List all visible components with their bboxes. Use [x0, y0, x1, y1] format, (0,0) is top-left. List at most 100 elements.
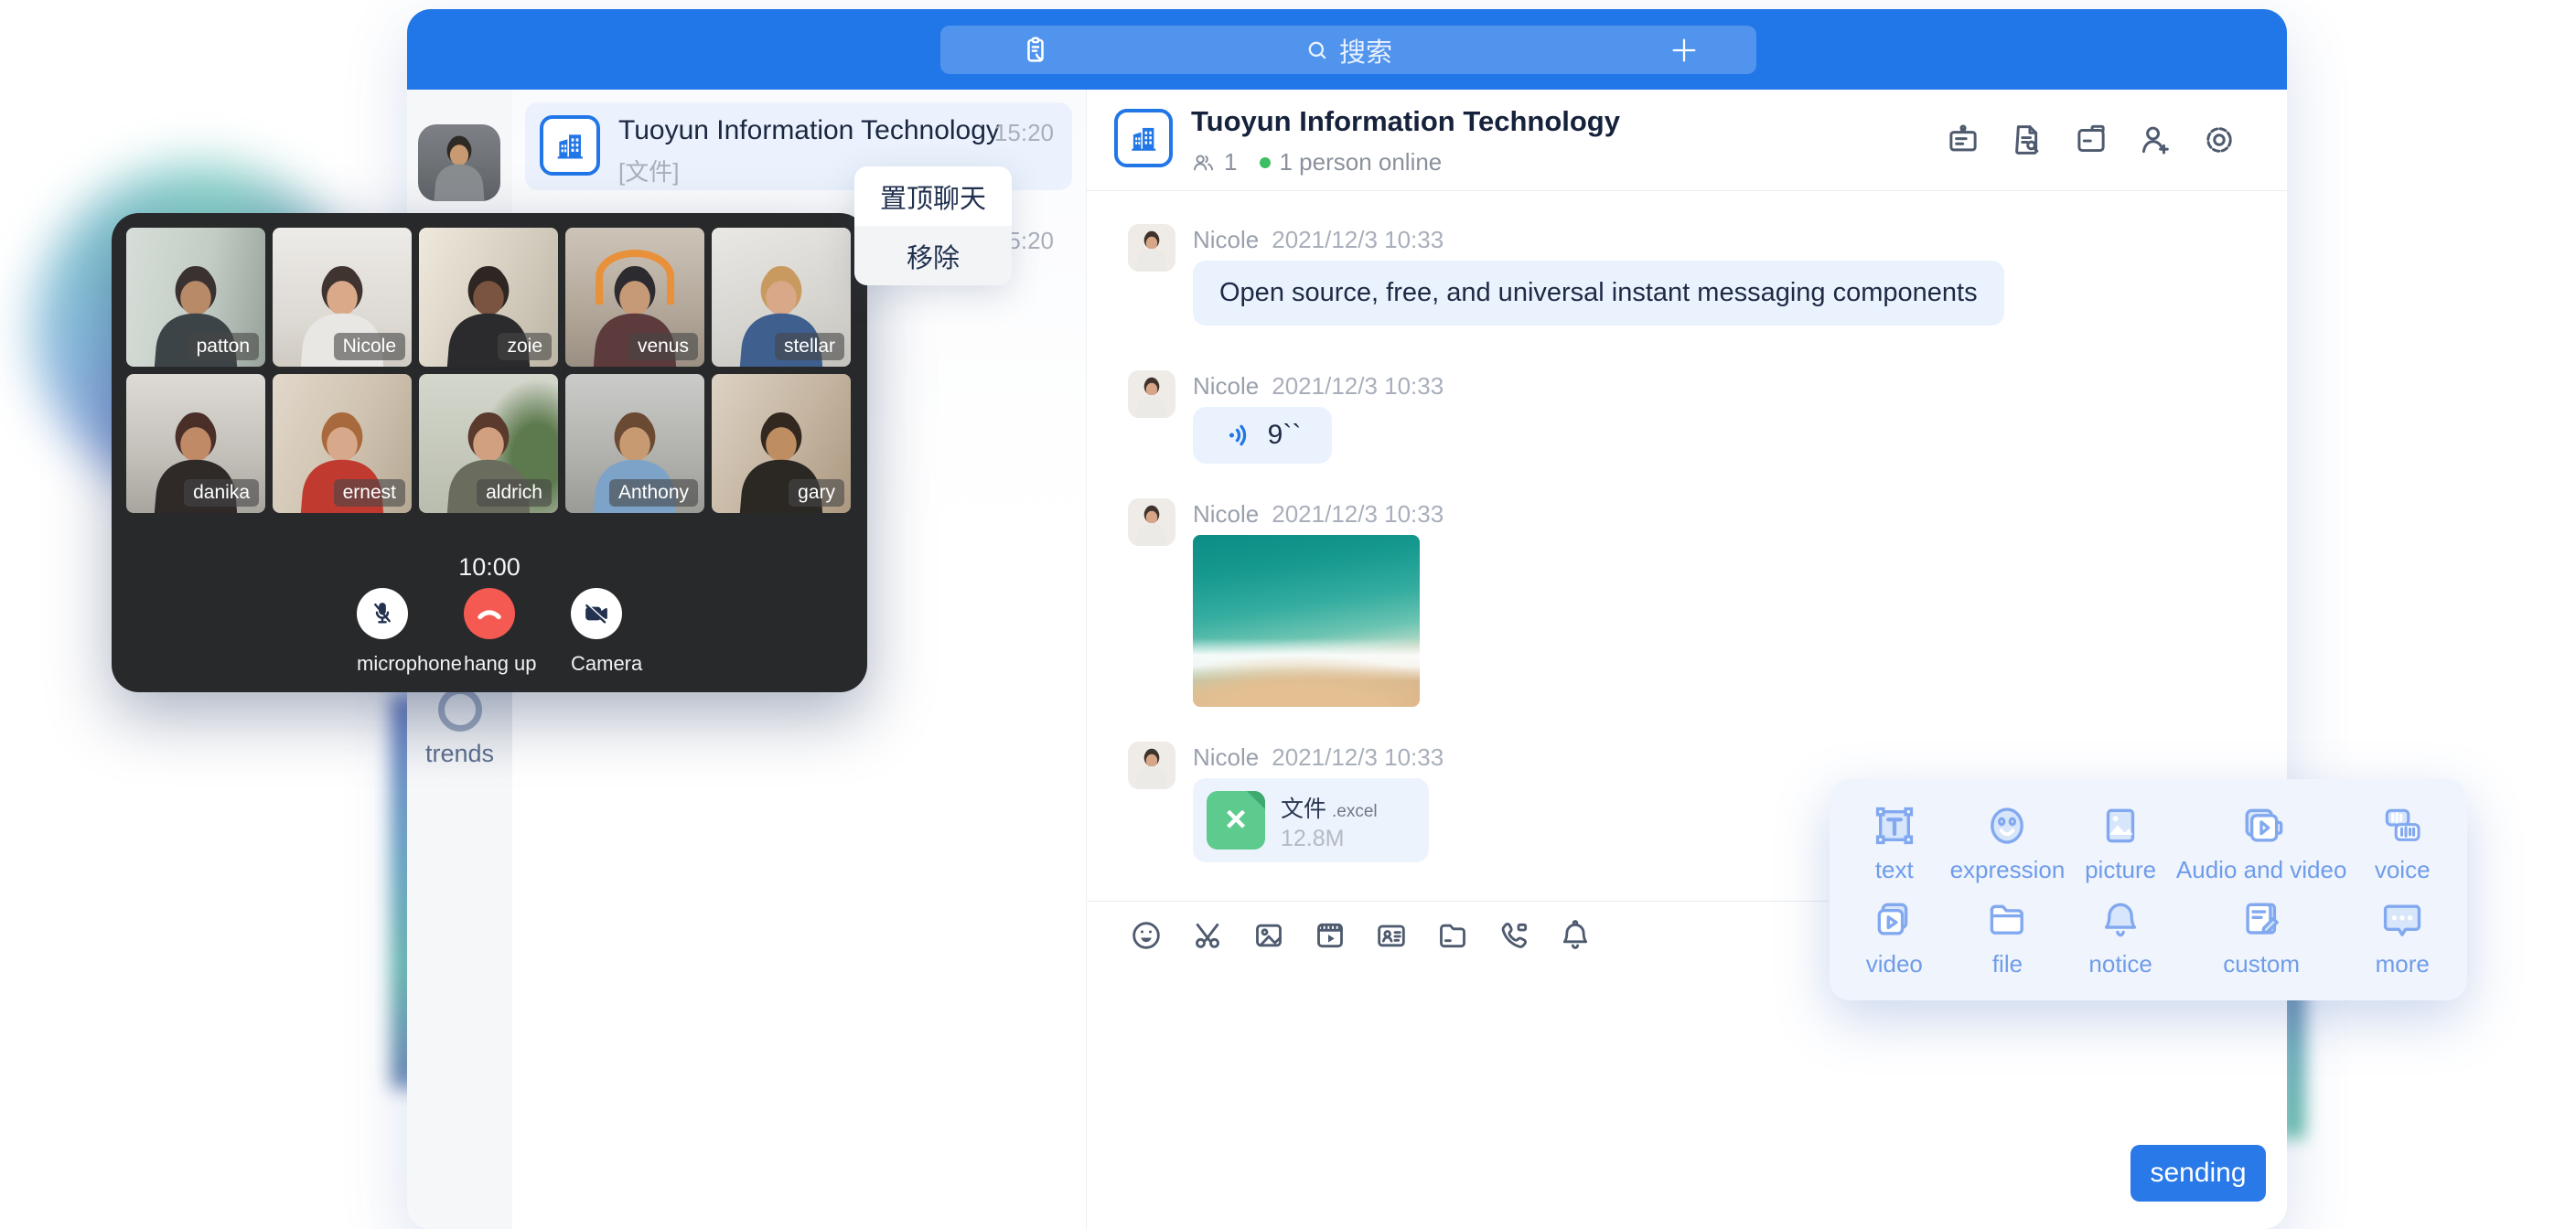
participant-name: gary: [789, 479, 844, 507]
panel-item-video[interactable]: video: [1839, 890, 1950, 984]
participant-tile[interactable]: Anthony: [565, 374, 704, 513]
add-member-icon[interactable]: [2136, 121, 2174, 159]
microphone-label: microphone: [357, 652, 408, 676]
file-message-card[interactable]: × 文件.excel 12.8M: [1193, 778, 1429, 862]
members-icon: [1191, 150, 1216, 175]
chat-record-search-icon[interactable]: [2008, 121, 2046, 159]
emoji-icon[interactable]: [1128, 917, 1165, 954]
plus-icon[interactable]: [1669, 35, 1700, 70]
voice-message-bubble[interactable]: 9``: [1193, 407, 1332, 464]
participant-tile[interactable]: patton: [126, 228, 265, 367]
participant-name: stellar: [775, 333, 844, 360]
message-meta: Nicole2021/12/3 10:33: [1193, 372, 1444, 401]
video-icon: [1870, 895, 1919, 945]
online-dot: [1260, 157, 1271, 168]
file-folder-icon: [1982, 895, 2032, 945]
participant-tile[interactable]: Nicole: [273, 228, 412, 367]
call-participant-grid: patton Nicole zoie venus stellar danika …: [126, 228, 851, 513]
participant-tile[interactable]: stellar: [712, 228, 851, 367]
sender-name: Nicole: [1193, 500, 1259, 528]
participant-name: danika: [184, 479, 259, 507]
notification-icon[interactable]: [1557, 917, 1594, 954]
conversation-context-menu: 置顶聊天 移除: [854, 166, 1012, 285]
microphone-button[interactable]: [357, 588, 408, 639]
panel-label: video: [1866, 950, 1923, 978]
participant-tile[interactable]: venus: [565, 228, 704, 367]
image-message-beach-photo[interactable]: [1193, 535, 1420, 707]
participant-name: Nicole: [334, 333, 405, 360]
message-meta: Nicole2021/12/3 10:33: [1193, 743, 1444, 772]
sender-avatar[interactable]: [1128, 224, 1175, 272]
voice-icon: [2377, 801, 2427, 850]
settings-gear-icon[interactable]: [2200, 121, 2238, 159]
notice-bell-icon: [2096, 895, 2145, 945]
group-avatar[interactable]: [1114, 109, 1173, 167]
call-timer: 10:00: [112, 553, 867, 582]
building-icon: [1126, 121, 1161, 155]
menu-item-remove[interactable]: 移除: [854, 226, 1012, 285]
headphones: [596, 250, 674, 305]
panel-label: text: [1875, 856, 1914, 884]
hang-up-button[interactable]: [464, 588, 515, 639]
panel-label: voice: [2375, 856, 2431, 884]
sender-avatar[interactable]: [1128, 498, 1175, 546]
file-tab-icon[interactable]: [2072, 121, 2110, 159]
menu-item-pin-chat[interactable]: 置顶聊天: [854, 166, 1012, 226]
text-message-bubble[interactable]: Open source, free, and universal instant…: [1193, 261, 2004, 326]
participant-name: Anthony: [609, 479, 698, 507]
participant-tile[interactable]: aldrich: [419, 374, 558, 513]
panel-label: notice: [2088, 950, 2152, 978]
trends-icon: [438, 688, 482, 732]
panel-item-audio-video[interactable]: Audio and video: [2176, 796, 2346, 890]
send-button[interactable]: sending: [2131, 1145, 2266, 1202]
composer-toolbar: [1128, 917, 1594, 954]
panel-item-file[interactable]: file: [1950, 890, 2066, 984]
participant-tile[interactable]: zoie: [419, 228, 558, 367]
trends-label: trends: [407, 740, 512, 768]
conversation-time: 15:20: [994, 119, 1054, 147]
text-icon: [1870, 801, 1919, 850]
message-meta: Nicole 2021/12/3 10:33: [1193, 500, 1444, 529]
page: { "topbar": { "search_placeholder": "搜索"…: [0, 0, 2576, 1229]
chat-title: Tuoyun Information Technology: [1191, 105, 1620, 138]
online-status: 1 person online: [1279, 148, 1442, 176]
camera-label: Camera: [571, 652, 622, 676]
participant-name: ernest: [334, 479, 405, 507]
member-count: 1: [1224, 148, 1237, 176]
panel-item-expression[interactable]: expression: [1950, 796, 2066, 890]
participant-tile[interactable]: danika: [126, 374, 265, 513]
panel-item-custom[interactable]: custom: [2176, 890, 2346, 984]
contact-card-icon[interactable]: [1373, 917, 1410, 954]
group-call-panel: patton Nicole zoie venus stellar danika …: [112, 213, 867, 692]
image-icon[interactable]: [1250, 917, 1287, 954]
excel-file-icon: ×: [1207, 791, 1265, 850]
message-time: 2021/12/3 10:33: [1272, 226, 1444, 253]
expression-icon: [1982, 801, 2032, 850]
folder-icon[interactable]: [1434, 917, 1471, 954]
video-message-icon[interactable]: [1312, 917, 1348, 954]
participant-tile[interactable]: ernest: [273, 374, 412, 513]
call-controls: microphone hang up Camera: [112, 588, 867, 676]
video-call-icon[interactable]: [1496, 917, 1532, 954]
search-placeholder[interactable]: 搜索: [1339, 31, 1392, 69]
building-icon: [552, 127, 588, 164]
file-size: 12.8M: [1281, 826, 1344, 852]
my-avatar[interactable]: [418, 124, 500, 201]
panel-item-notice[interactable]: notice: [2065, 890, 2176, 984]
sender-avatar[interactable]: [1128, 742, 1175, 789]
sidebar-item-trends[interactable]: trends: [407, 680, 512, 797]
message-time: 2021/12/3 10:33: [1272, 500, 1444, 528]
send-button-label: sending: [2150, 1158, 2246, 1189]
panel-item-more[interactable]: more: [2346, 890, 2458, 984]
notice-board-icon[interactable]: [1944, 121, 1982, 159]
search-bar[interactable]: 搜索: [940, 26, 1756, 74]
screenshot-icon[interactable]: [1189, 917, 1226, 954]
participant-name: aldrich: [477, 479, 552, 507]
sender-avatar[interactable]: [1128, 370, 1175, 418]
panel-item-voice[interactable]: voice: [2346, 796, 2458, 890]
participant-tile[interactable]: gary: [712, 374, 851, 513]
camera-button[interactable]: [571, 588, 622, 639]
panel-item-picture[interactable]: picture: [2065, 796, 2176, 890]
panel-item-text[interactable]: text: [1839, 796, 1950, 890]
sender-name: Nicole: [1193, 372, 1259, 400]
